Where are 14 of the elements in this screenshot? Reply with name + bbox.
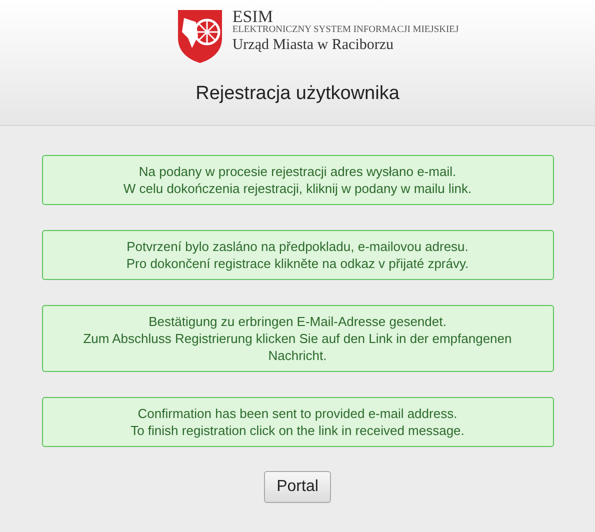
logo-title: ESIM bbox=[232, 8, 273, 26]
coat-of-arms-icon bbox=[176, 8, 224, 64]
message-text: Confirmation has been sent to provided e-mail address. bbox=[136, 405, 458, 422]
page-title: Rejestracja użytkownika bbox=[196, 82, 400, 106]
office-name: Urząd Miasta w Raciborzu bbox=[232, 38, 395, 54]
message-text: Zum Abschluss Registrierung klicken Sie auf den Link in der empfangenen Nachricht. bbox=[82, 330, 513, 364]
message-text: Na podany w procesie rejestracji adres wysłano e-mail. bbox=[138, 163, 458, 180]
message-text: Potvrzení bylo zasláno na předpokladu, e-mailovou adresu. bbox=[126, 238, 470, 255]
message-text: Pro dokončení registrace klikněte na odkaz v přijaté zprávy. bbox=[125, 255, 470, 272]
logo-subtitle: ELEKTRONICZNY SYSTEM INFORMACJI MIEJSKIEJ bbox=[232, 26, 459, 36]
portal-button[interactable]: Portal bbox=[264, 471, 332, 503]
message-text: W celu dokończenia rejestracji, kliknij w podany w mailu link. bbox=[122, 180, 473, 197]
message-text: To finish registration click on the link in received message. bbox=[130, 422, 466, 439]
message-text: Bestätigung zu erbringen E-Mail-Adresse gesendet. bbox=[148, 313, 448, 330]
